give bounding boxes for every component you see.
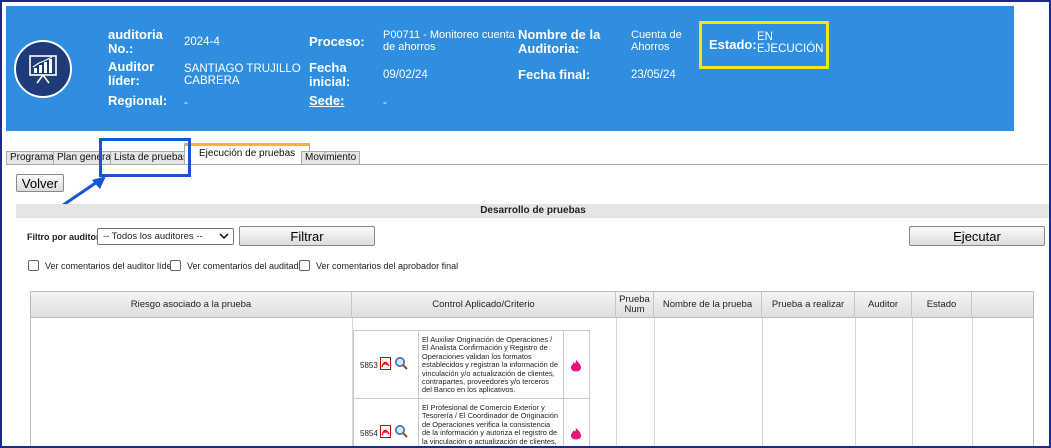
auditor-lider-value: SANTIAGO TRUJILLO CABRERA <box>184 63 301 87</box>
column-divider <box>616 318 617 446</box>
tab-programa[interactable]: Programa <box>6 151 58 165</box>
column-divider <box>654 318 655 446</box>
pdf-icon[interactable] <box>380 357 391 370</box>
ejecutar-button[interactable]: Ejecutar <box>909 226 1045 246</box>
table-row: 5853 El Auxiliar Originación de Operacio… <box>354 331 589 399</box>
checkbox-comentarios-auditor-lider[interactable]: Ver comentarios del auditor líder <box>28 260 175 271</box>
volver-button[interactable]: Volver <box>16 174 64 192</box>
screenshot-frame: auditoria No.: 2024-4 Auditor líder: SAN… <box>0 0 1051 448</box>
control-id: 5854 <box>360 429 378 438</box>
magnifier-icon[interactable] <box>394 356 408 370</box>
fecha-final-value: 23/05/24 <box>631 69 676 81</box>
column-divider <box>972 318 973 446</box>
auditoria-label: auditoria No.: <box>108 27 163 56</box>
header-auditor: Auditor <box>855 292 912 318</box>
sede-value: - <box>383 97 387 109</box>
checkbox-label: Ver comentarios del auditor líder <box>45 260 175 271</box>
auditoria-value: 2024-4 <box>184 36 220 48</box>
tab-ejecucion-de-pruebas[interactable]: Ejecución de pruebas <box>184 143 311 165</box>
nombre-auditoria-value: Cuenta de Ahorros <box>631 29 682 53</box>
control-subtable: 5853 El Auxiliar Originación de Operacio… <box>353 330 590 446</box>
tab-movimiento[interactable]: Movimiento <box>301 151 361 165</box>
estado-highlight-box: Estado: EN EJECUCIÓN <box>699 21 829 69</box>
estado-value: EN EJECUCIÓN <box>757 31 824 55</box>
proceso-label: Proceso: <box>309 34 365 49</box>
checkbox-label: Ver comentarios del auditado <box>187 260 304 271</box>
fecha-inicial-label: Fecha inicial: <box>309 60 351 89</box>
table-row: 5854 El Profesional de Comercio Exterior… <box>354 399 589 446</box>
estado-label: Estado: <box>709 37 757 52</box>
regional-label: Regional: <box>108 93 168 108</box>
presentation-chart-icon <box>14 40 72 98</box>
header-nombre-prueba: Nombre de la prueba <box>654 292 762 318</box>
control-id: 5853 <box>360 361 378 370</box>
column-divider <box>912 318 913 446</box>
pruebas-table: Riesgo asociado a la prueba Control Apli… <box>30 291 1034 446</box>
header-estado: Estado <box>912 292 972 318</box>
checkbox-label: Ver comentarios del aprobador final <box>316 260 459 271</box>
column-divider <box>855 318 856 446</box>
flame-icon[interactable] <box>570 359 582 372</box>
table-header: Riesgo asociado a la prueba Control Apli… <box>31 292 1033 318</box>
chevron-down-icon <box>219 233 229 240</box>
section-title: Desarrollo de pruebas <box>16 204 1049 218</box>
header-riesgo: Riesgo asociado a la prueba <box>31 292 352 318</box>
sede-label: Sede: <box>309 93 345 108</box>
flame-icon[interactable] <box>570 427 582 440</box>
checkbox[interactable] <box>170 260 181 271</box>
annotation-highlight-box <box>99 138 191 177</box>
column-divider <box>762 318 763 446</box>
checkbox-comentarios-aprobador-final[interactable]: Ver comentarios del aprobador final <box>299 260 458 271</box>
proceso-value: P00711 - Monitoreo cuenta de ahorros <box>383 29 515 53</box>
checkbox-comentarios-auditado[interactable]: Ver comentarios del auditado <box>170 260 304 271</box>
filter-label: Filtro por auditor: <box>27 232 103 242</box>
audit-header: auditoria No.: 2024-4 Auditor líder: SAN… <box>6 6 1014 131</box>
auditor-lider-label: Auditor líder: <box>108 59 155 88</box>
checkbox[interactable] <box>28 260 39 271</box>
auditor-filter-select[interactable]: -- Todos los auditores -- <box>97 228 234 245</box>
control-text: El Auxiliar Originación de Operaciones /… <box>418 331 564 398</box>
regional-value: - <box>184 97 188 109</box>
header-control: Control Aplicado/Criterio <box>352 292 616 318</box>
header-extra <box>972 292 1035 318</box>
fecha-final-label: Fecha final: <box>518 67 591 82</box>
fecha-inicial-value: 09/02/24 <box>383 69 428 81</box>
checkbox[interactable] <box>299 260 310 271</box>
pdf-icon[interactable] <box>380 425 391 438</box>
magnifier-icon[interactable] <box>394 424 408 438</box>
auditor-filter-selected: -- Todos los auditores -- <box>103 231 203 242</box>
header-prueba-realizar: Prueba a realizar <box>762 292 855 318</box>
header-prueba-num: Prueba Num <box>616 292 654 318</box>
filtrar-button[interactable]: Filtrar <box>239 226 375 246</box>
nombre-auditoria-label: Nombre de la Auditoria: <box>518 27 601 56</box>
control-text: El Profesional de Comercio Exterior y Te… <box>418 399 564 446</box>
